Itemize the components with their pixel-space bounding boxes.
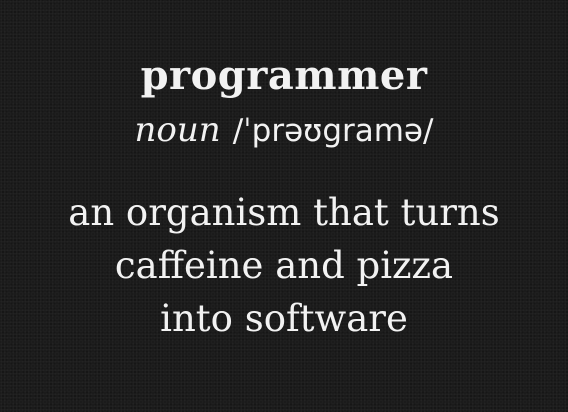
pronunciation-line: noun/ˈprəʊgramə/: [0, 108, 568, 153]
definition-card: programmer noun/ˈprəʊgramə/ an organism …: [0, 0, 568, 412]
definition-line-2: caffeine and pizza: [114, 244, 454, 287]
definition-line-1: an organism that turns: [68, 191, 500, 234]
pronunciation: /ˈprəʊgramə/: [232, 113, 434, 149]
headword: programmer: [140, 52, 428, 99]
part-of-speech: noun: [134, 110, 221, 150]
definition-text: an organism that turns caffeine and pizz…: [0, 186, 568, 345]
definition-line-3: into software: [160, 297, 408, 340]
